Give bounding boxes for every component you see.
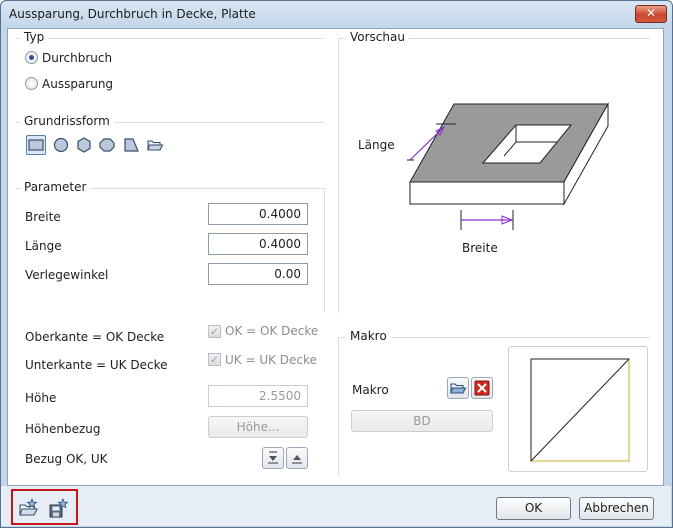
- laenge-input[interactable]: 0.4000: [208, 233, 308, 255]
- arrow-down-to-line-icon: [268, 451, 278, 464]
- shape-circle-button[interactable]: [51, 135, 71, 155]
- uk-decke-checkbox-label[interactable]: UK = UK Decke: [225, 353, 317, 367]
- arrow-up-to-line-icon: [292, 455, 302, 464]
- hexagon-icon: [77, 137, 91, 153]
- makro-label: Makro: [352, 383, 389, 397]
- laenge-label: Länge: [25, 239, 62, 253]
- parameter-group-line: [84, 188, 324, 189]
- shape-rectangle-button[interactable]: [26, 135, 46, 155]
- makro-delete-button[interactable]: [471, 377, 493, 399]
- grundriss-group-line: [104, 122, 324, 123]
- bezug-down-button[interactable]: [262, 447, 284, 469]
- bd-button[interactable]: BD: [351, 410, 493, 432]
- grundriss-group-title: Grundrissform: [20, 114, 114, 128]
- radio-durchbruch-label[interactable]: Durchbruch: [42, 51, 112, 65]
- makro-group-line: [338, 337, 346, 338]
- hoehe-input[interactable]: 2.5500: [208, 385, 308, 407]
- makro-group-left-edge: [338, 337, 339, 475]
- rectangle-icon: [28, 139, 44, 151]
- vorschau-group-title: Vorschau: [346, 30, 409, 44]
- shape-hexagon-button[interactable]: [74, 135, 94, 155]
- ok-decke-checkbox[interactable]: ✓: [208, 325, 221, 338]
- favorites-toolbar: [11, 489, 78, 525]
- typ-group-line: [48, 38, 324, 39]
- title-bar[interactable]: Aussparung, Durchbruch in Decke, Platte …: [1, 1, 672, 29]
- unterkante-label: Unterkante = UK Decke: [25, 358, 168, 372]
- breite-input[interactable]: 0.4000: [208, 203, 308, 225]
- open-folder-icon: [147, 140, 164, 151]
- oberkante-label: Oberkante = OK Decke: [25, 330, 165, 344]
- ok-decke-checkbox-label[interactable]: OK = OK Decke: [225, 324, 318, 338]
- breite-label: Breite: [25, 210, 61, 224]
- open-favorite-icon[interactable]: [17, 497, 41, 519]
- radio-aussparung[interactable]: [25, 77, 38, 90]
- parameter-group-title: Parameter: [20, 180, 91, 194]
- makro-group-title: Makro: [346, 329, 391, 343]
- cancel-button[interactable]: Abbrechen: [579, 497, 654, 520]
- vorschau-group-line: [338, 38, 346, 39]
- makro-preview: [508, 346, 648, 472]
- hoehe-button[interactable]: Höhe...: [208, 416, 308, 438]
- bezug-up-button[interactable]: [286, 447, 308, 469]
- preview-breite-label: Breite: [462, 241, 498, 255]
- makro-preview-graphic: [530, 358, 630, 462]
- verlegewinkel-input[interactable]: 0.00: [208, 263, 308, 285]
- trapezoid-icon: [124, 138, 139, 152]
- verlegewinkel-label: Verlegewinkel: [25, 268, 109, 282]
- preview-laenge-label: Länge: [358, 138, 395, 152]
- hoehe-label: Höhe: [25, 391, 57, 405]
- octagon-icon: [99, 138, 115, 152]
- shape-octagon-button[interactable]: [97, 135, 117, 155]
- hoehenbezug-label: Höhenbezug: [25, 422, 101, 436]
- typ-group-title: Typ: [20, 30, 49, 44]
- close-button[interactable]: ✕: [635, 5, 667, 23]
- ok-button[interactable]: OK: [496, 497, 571, 520]
- circle-icon: [53, 137, 69, 153]
- open-folder-icon: [450, 383, 467, 394]
- red-x-icon: [474, 380, 490, 396]
- shape-trapezoid-button[interactable]: [121, 135, 141, 155]
- shape-open-button[interactable]: [145, 135, 165, 155]
- uk-decke-checkbox[interactable]: ✓: [208, 353, 221, 366]
- radio-aussparung-label[interactable]: Aussparung: [42, 77, 113, 91]
- save-favorite-icon[interactable]: [47, 497, 71, 519]
- parameter-group-right-edge: [324, 188, 325, 312]
- makro-group-line: [389, 337, 650, 338]
- radio-durchbruch[interactable]: [25, 51, 38, 64]
- window-title: Aussparung, Durchbruch in Decke, Platte: [9, 7, 256, 21]
- bezug-label: Bezug OK, UK: [25, 452, 108, 466]
- vorschau-group-line: [404, 38, 650, 39]
- makro-open-button[interactable]: [447, 377, 469, 399]
- vorschau-group-left-edge: [338, 38, 339, 313]
